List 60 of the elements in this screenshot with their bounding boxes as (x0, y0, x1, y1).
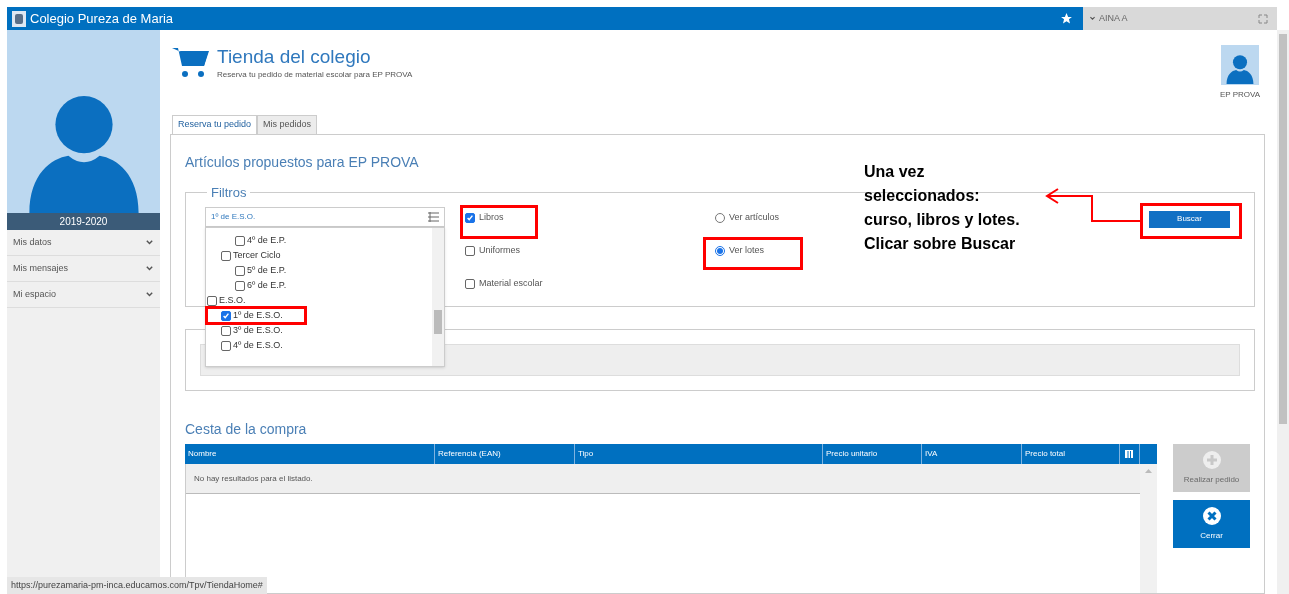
tree-checkbox[interactable] (221, 251, 231, 261)
chevron-down-icon (145, 290, 154, 299)
cart-title: Cesta de la compra (185, 420, 308, 439)
instruction-note: Una vez seleccionados: curso, libros y lotes. Clicar sobre Buscar (864, 162, 1020, 254)
tree-checkbox[interactable] (235, 281, 245, 291)
tree-checkbox[interactable] (235, 266, 245, 276)
user-menu[interactable]: AINA A (1083, 7, 1258, 30)
section-title: Artículos propuestos para EP PROVA (185, 153, 419, 172)
chevron-down-icon (145, 264, 154, 273)
app-title: Colegio Pureza de Maria (30, 9, 174, 28)
tree-item-label[interactable]: 5º de E.P. (247, 264, 287, 278)
page-subtitle: Reserva tu pedido de material escolar para EP PROVA (217, 69, 413, 81)
tree-checkbox[interactable] (207, 296, 217, 306)
status-bar-url: https://purezamaria-pm-inca.educamos.com/Tpv/TiendaHome# (7, 577, 267, 594)
tree-item-label[interactable]: Tercer Ciclo (233, 249, 281, 263)
tree-item-label[interactable]: 6º de E.P. (247, 279, 287, 293)
checkbox[interactable] (465, 246, 475, 256)
sidebar-item[interactable]: Mis mensajes (7, 256, 160, 282)
plus-icon (1202, 450, 1221, 469)
tree-checkbox[interactable] (235, 236, 245, 246)
scrollbar[interactable] (432, 227, 444, 366)
checkbox-label[interactable]: Material escolar (479, 277, 543, 291)
scrollbar[interactable] (1140, 464, 1157, 593)
close-icon (1202, 506, 1221, 525)
tab[interactable]: Reserva tu pedido (172, 115, 258, 135)
course-select[interactable]: 1º de E.S.O. (205, 206, 445, 227)
tree-checkbox[interactable] (221, 311, 231, 321)
page-scrollbar[interactable] (1277, 30, 1289, 594)
tree-checkbox[interactable] (221, 341, 231, 351)
tree-item-label[interactable]: 4º de E.P. (247, 234, 287, 248)
radio-button[interactable] (715, 246, 725, 256)
close-button[interactable]: Cerrar (1173, 500, 1250, 548)
sidebar-item[interactable]: Mi espacio (7, 282, 160, 308)
tree-item-label[interactable]: E.S.O. (219, 294, 246, 308)
checkbox-label[interactable]: Libros (479, 211, 504, 225)
sidebar-item[interactable]: Mis datos (7, 230, 160, 256)
checkbox[interactable] (465, 279, 475, 289)
checkbox-label[interactable]: Uniformes (479, 244, 520, 258)
filters-legend: Filtros (207, 183, 251, 203)
chevron-down-icon (1089, 15, 1096, 22)
school-crest-icon (12, 10, 26, 27)
tree-checkbox[interactable] (221, 326, 231, 336)
school-year: 2019-2020 (7, 213, 160, 230)
tree-item-label[interactable]: 3º de E.S.O. (233, 324, 283, 338)
search-button[interactable]: Buscar (1149, 210, 1230, 228)
list-icon (428, 211, 439, 222)
chevron-down-icon (145, 238, 154, 247)
profile-name: EP PROVA (1219, 89, 1261, 101)
tree-item-label[interactable]: 4º de E.S.O. (233, 339, 283, 353)
page-title: Tienda del colegio (217, 45, 372, 69)
tree-item-label[interactable]: 1º de E.S.O. (233, 309, 283, 323)
radio-label[interactable]: Ver lotes (729, 244, 765, 258)
columns-icon[interactable] (1125, 450, 1134, 458)
scroll-up-icon (1145, 468, 1152, 473)
star-icon[interactable] (1060, 12, 1073, 25)
shopping-cart-icon (172, 45, 210, 79)
tab[interactable]: Mis pedidos (257, 115, 318, 135)
radio-label[interactable]: Ver artículos (729, 211, 780, 225)
checkbox[interactable] (465, 213, 475, 223)
empty-table-message: No hay resultados para el listado. (186, 464, 1140, 494)
